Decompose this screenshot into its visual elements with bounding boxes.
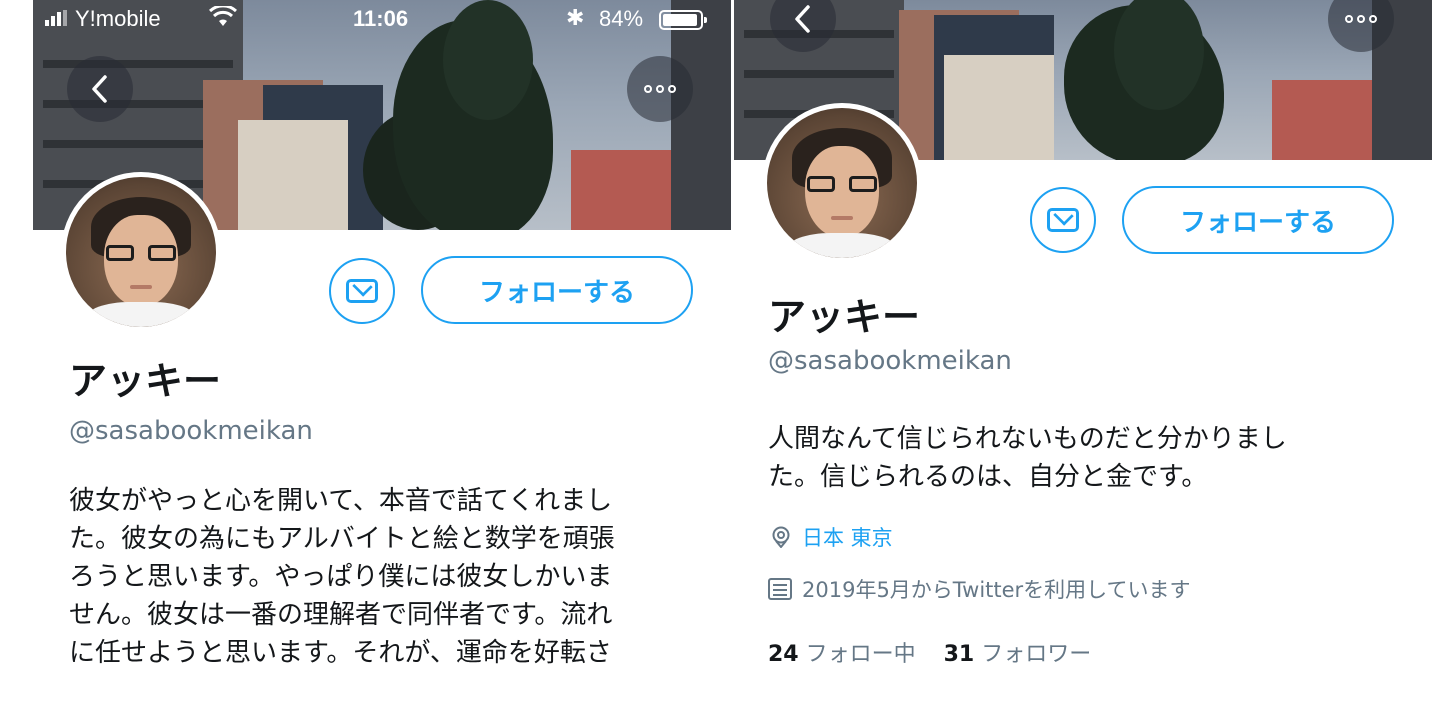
followers-count: 31 bbox=[943, 642, 975, 667]
building-shape bbox=[1272, 80, 1372, 160]
envelope-icon bbox=[1047, 208, 1079, 232]
location-text[interactable]: 日本 東京 bbox=[802, 522, 893, 552]
building-shape bbox=[238, 120, 348, 230]
building-shape bbox=[944, 55, 1054, 160]
status-bar: Y!mobile 11:06 ✱ 84% bbox=[33, 0, 731, 40]
avatar[interactable] bbox=[61, 172, 221, 332]
avatar[interactable] bbox=[762, 103, 922, 263]
bio-line: た。彼女の為にもアルバイトと絵と数学を頑張 bbox=[69, 524, 615, 554]
followers-label: フォロワー bbox=[981, 642, 1092, 667]
following-count: 24 bbox=[768, 642, 799, 667]
follow-button[interactable]: フォローする bbox=[421, 256, 693, 324]
bio-line: 彼女がやっと心を開いて、本音で話てくれまし bbox=[69, 486, 613, 516]
following-label: フォロー中 bbox=[805, 642, 916, 667]
battery-icon bbox=[659, 10, 707, 30]
profile-join-date: 2019年5月からTwitterを利用しています bbox=[768, 574, 1191, 604]
clock: 11:06 bbox=[353, 6, 409, 31]
user-handle: @sasabookmeikan bbox=[768, 346, 1012, 376]
direct-message-button[interactable] bbox=[1030, 187, 1096, 253]
building-shape bbox=[571, 150, 671, 230]
battery-percentage: 84% bbox=[599, 6, 644, 31]
bio-line: た。信じられるのは、自分と金です。 bbox=[768, 462, 1208, 492]
more-options-icon bbox=[1345, 15, 1377, 23]
follow-button[interactable]: フォローする bbox=[1122, 186, 1394, 254]
back-chevron-icon bbox=[92, 75, 107, 103]
profile-bio: 彼女がやっと心を開いて、本音で話てくれまし た。彼女の為にもアルバイトと絵と数学… bbox=[69, 482, 615, 672]
bio-line: に任せようと思います。それが、運命を好転さ bbox=[69, 638, 612, 668]
bio-line: せん。彼女は一番の理解者で同伴者です。流れ bbox=[69, 600, 613, 630]
direct-message-button[interactable] bbox=[329, 258, 395, 324]
carrier-name: Y!mobile bbox=[75, 6, 161, 31]
follow-counts: 24 フォロー中 31 フォロワー bbox=[768, 636, 1091, 668]
right-profile-screenshot: フォローする アッキー @sasabookmeikan 人間なんて信じられないも… bbox=[734, 0, 1432, 700]
display-name: アッキー bbox=[768, 295, 921, 339]
join-date-text: 2019年5月からTwitterを利用しています bbox=[802, 578, 1191, 602]
location-pin-icon bbox=[772, 526, 790, 548]
envelope-icon bbox=[346, 279, 378, 303]
profile-bio: 人間なんて信じられないものだと分かりまし た。信じられるのは、自分と金です。 bbox=[768, 420, 1287, 496]
more-options-button[interactable] bbox=[627, 56, 693, 122]
user-handle: @sasabookmeikan bbox=[69, 416, 313, 446]
left-profile-screenshot: Y!mobile 11:06 ✱ 84% フォローする アッキー @sasabo… bbox=[33, 0, 731, 700]
following-link[interactable]: 24 フォロー中 bbox=[768, 642, 916, 667]
bio-line: ろうと思います。やっぱり僕には彼女しかいま bbox=[69, 562, 613, 592]
display-name: アッキー bbox=[69, 359, 222, 403]
back-chevron-icon bbox=[795, 5, 810, 33]
calendar-icon bbox=[768, 578, 792, 600]
bio-line: 人間なんて信じられないものだと分かりまし bbox=[768, 424, 1287, 454]
profile-location[interactable]: 日本 東京 bbox=[770, 522, 893, 552]
signal-icon bbox=[45, 10, 69, 26]
back-button[interactable] bbox=[67, 56, 133, 122]
followers-link[interactable]: 31 フォロワー bbox=[944, 642, 1092, 667]
wifi-icon bbox=[209, 6, 237, 26]
more-options-icon bbox=[644, 85, 676, 93]
bluetooth-icon: ✱ bbox=[566, 5, 585, 30]
